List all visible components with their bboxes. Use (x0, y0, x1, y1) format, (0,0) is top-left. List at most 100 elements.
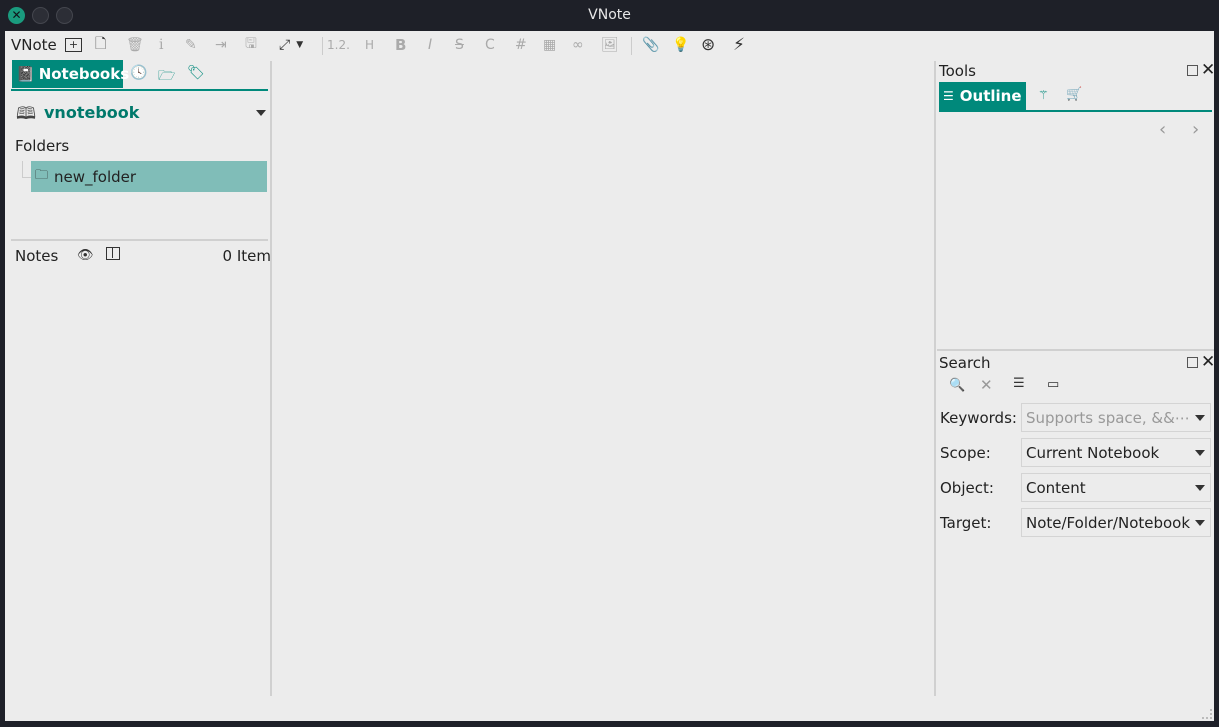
target-select[interactable]: Note/Folder/Notebook (1021, 508, 1211, 537)
list-icon: ☰ (943, 89, 954, 103)
left-tab-bar: 📓 Notebooks 🕓 🗁 🏷 (11, 59, 268, 91)
tab-outline[interactable]: ☰ Outline (939, 82, 1026, 110)
window-title: VNote (588, 7, 631, 23)
file-plus-icon: 🗋 (95, 36, 107, 52)
chevron-left-icon: ‹ (1159, 119, 1167, 140)
tab-market[interactable]: 🛒 (1066, 87, 1082, 102)
info-icon: i (159, 37, 164, 53)
link-button[interactable]: ∞ (572, 35, 584, 55)
close-icon: ✕ (980, 376, 993, 394)
main-toolbar: VNote + 🗋 🗑 i ✎ ⇥ 🖫 ⤢ ▼ 1.2. H B I S C # … (5, 31, 1214, 59)
paperclip-icon: 📎 (642, 37, 660, 53)
float-tools-button[interactable] (1187, 65, 1198, 76)
tips-button[interactable]: 💡 (672, 35, 689, 55)
close-search-button[interactable]: ✕ (1201, 352, 1215, 372)
outline-next-button[interactable]: › (1192, 119, 1199, 140)
toolbar-divider (631, 37, 632, 55)
clear-search-button[interactable]: ✕ (980, 376, 993, 394)
scope-select[interactable]: Current Notebook (1021, 438, 1211, 467)
lightning-icon: ⚡ (733, 35, 745, 55)
folder-tree-item[interactable]: 🗀 new_folder (31, 161, 267, 192)
trash-icon: 🗑 (126, 37, 144, 53)
strikethrough-button[interactable]: S (455, 35, 464, 55)
keywords-input[interactable]: Supports space, &&⋯ (1021, 403, 1211, 432)
close-icon: ✕ (1201, 352, 1216, 372)
left-splitter[interactable] (270, 61, 272, 696)
numbered-list-button[interactable]: 1.2. (327, 35, 350, 55)
chevron-down-icon (1195, 415, 1205, 421)
code-block-button[interactable]: # (515, 35, 527, 55)
editor-area (275, 59, 932, 699)
outline-prev-button[interactable]: ‹ (1159, 119, 1166, 140)
exit-edit-button[interactable]: ⇥ (215, 35, 227, 55)
folders-label: Folders (15, 137, 70, 155)
aperture-icon: ⊛ (701, 35, 716, 55)
object-select[interactable]: Content (1021, 473, 1211, 502)
expand-button[interactable]: ⤢ ▼ (279, 35, 303, 55)
close-tools-button[interactable]: ✕ (1201, 60, 1215, 80)
dock-splitter[interactable] (937, 349, 1214, 351)
link-icon: ∞ (572, 37, 584, 53)
eye-icon: 👁 (77, 248, 94, 263)
magic-wand-icon: ⚚ (1038, 88, 1049, 102)
app-menu-label[interactable]: VNote (11, 35, 57, 55)
split-view-button[interactable] (106, 247, 120, 260)
cart-icon: 🛒 (1066, 87, 1083, 102)
tab-explorer[interactable]: 🗁 (158, 65, 175, 89)
chevron-down-icon (1195, 520, 1205, 526)
advanced-settings-button[interactable]: ☰ (1013, 376, 1025, 391)
view-mode-button[interactable]: 👁 (77, 248, 94, 263)
info-button[interactable]: i (159, 35, 163, 55)
columns-icon (112, 248, 113, 258)
save-icon: 🖫 (245, 36, 257, 52)
edit-icon: ✎ (185, 37, 197, 53)
save-button[interactable]: 🖫 (245, 35, 257, 55)
search-button[interactable]: 🔍 (949, 378, 965, 393)
tag-icon: 🏷 (187, 65, 205, 81)
snapshot-button[interactable]: ⊛ (701, 35, 715, 55)
image-button[interactable]: 🖼 (601, 35, 619, 55)
new-note-button[interactable]: 🗋 (95, 35, 106, 55)
target-label: Target: (940, 514, 992, 532)
expand-icon: ⤢ (279, 37, 291, 53)
tools-title: Tools (939, 62, 976, 80)
italic-button[interactable]: I (428, 35, 432, 55)
heading-button[interactable]: H (365, 35, 374, 55)
object-label: Object: (940, 479, 994, 497)
bold-button[interactable]: B (395, 35, 406, 55)
chevron-right-icon: › (1192, 119, 1200, 140)
quick-action-button[interactable]: ⚡ (733, 35, 745, 55)
delete-button[interactable]: 🗑 (126, 35, 144, 55)
console-button[interactable]: ▭ (1047, 377, 1059, 392)
tab-snippets[interactable]: ⚚ (1038, 88, 1049, 102)
inline-code-button[interactable]: C (485, 35, 495, 55)
left-panel: 📓 Notebooks 🕓 🗁 🏷 🕮 vnotebook Folders 🗀 n… (11, 59, 271, 696)
attachment-button[interactable]: 📎 (642, 35, 659, 55)
chevron-down-icon (1195, 485, 1205, 491)
notebook-selector[interactable]: 🕮 vnotebook (11, 99, 268, 127)
resize-grip[interactable] (1202, 709, 1212, 719)
notebook-icon: 📓 (16, 65, 35, 83)
table-button[interactable]: ▦ (543, 35, 556, 55)
monitor-icon: ▭ (1047, 377, 1060, 392)
notebook-name: vnotebook (44, 103, 140, 122)
new-notebook-button[interactable]: + (65, 35, 82, 55)
chevron-down-icon (1195, 450, 1205, 456)
clock-icon: 🕓 (130, 65, 148, 81)
folder-open-icon: 🗁 (158, 68, 176, 84)
tab-notebooks[interactable]: 📓 Notebooks (12, 60, 129, 88)
exit-icon: ⇥ (215, 37, 227, 53)
right-splitter[interactable] (934, 61, 936, 696)
tab-tags[interactable]: 🏷 (187, 65, 205, 81)
chevron-down-icon (256, 110, 266, 116)
main-area: VNote + 🗋 🗑 i ✎ ⇥ 🖫 ⤢ ▼ 1.2. H B I S C # … (5, 31, 1215, 721)
folder-icon: 🗀 (35, 167, 49, 183)
notes-count: 0 Item (222, 247, 271, 265)
panel-splitter[interactable] (11, 239, 268, 241)
tab-history[interactable]: 🕓 (130, 65, 147, 81)
book-icon: 🕮 (16, 104, 37, 124)
float-search-button[interactable] (1187, 357, 1198, 368)
close-icon: ✕ (1201, 60, 1216, 80)
edit-button[interactable]: ✎ (185, 35, 197, 55)
search-title: Search (939, 354, 991, 372)
